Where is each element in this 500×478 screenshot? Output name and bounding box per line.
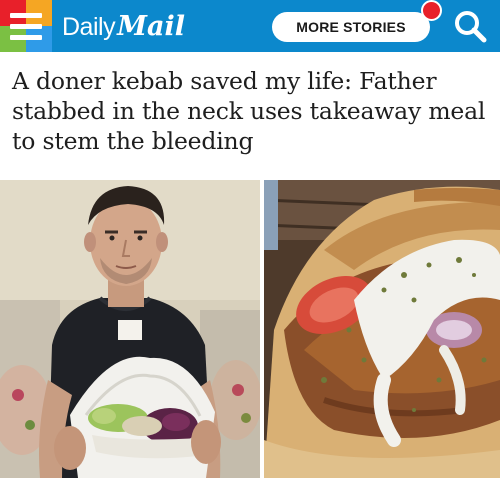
hamburger-menu-icon[interactable]: [0, 0, 52, 52]
more-stories-button[interactable]: MORE STORIES: [272, 12, 430, 42]
logo-part-daily: Daily: [62, 13, 116, 41]
logo-part-mail: Mail: [117, 11, 185, 42]
photo-man-holding-kebab[interactable]: [0, 180, 260, 478]
top-bar: DailyMail MORE STORIES: [0, 0, 500, 52]
notification-dot: [421, 0, 442, 21]
daily-mail-logo[interactable]: DailyMail: [62, 11, 185, 42]
article-headline[interactable]: A doner kebab saved my life: Father stab…: [12, 66, 492, 156]
search-icon[interactable]: [452, 8, 488, 44]
photo-doner-kebab-closeup[interactable]: [264, 180, 500, 478]
